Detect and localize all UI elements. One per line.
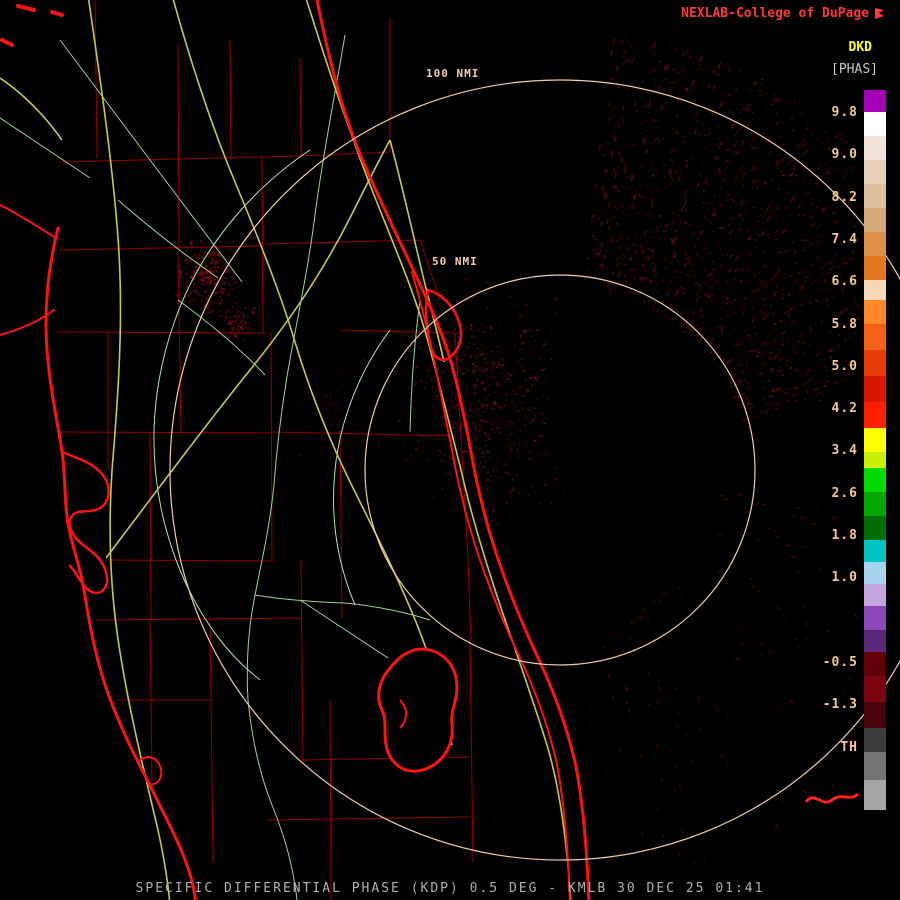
colorbar-segment bbox=[864, 652, 886, 676]
highway-nw bbox=[0, 78, 62, 140]
nexlab-logo-icon bbox=[873, 7, 886, 20]
colorbar-segment bbox=[864, 350, 886, 376]
units-label: [PHAS] bbox=[831, 62, 878, 77]
lakes bbox=[379, 649, 457, 771]
colorbar-segment bbox=[864, 280, 886, 300]
colorbar-segment bbox=[864, 232, 886, 256]
radar-display: NEXLAB-College of DuPage DKD [PHAS] 100 … bbox=[0, 0, 900, 900]
colorbar-segment bbox=[864, 402, 886, 428]
highways bbox=[0, 0, 571, 900]
colorbar-segment bbox=[864, 780, 886, 810]
colorbar bbox=[864, 90, 886, 810]
colorbar-segment bbox=[864, 702, 886, 728]
colorbar-segment bbox=[864, 562, 886, 584]
colorbar-segment bbox=[864, 584, 886, 606]
basin-boundaries bbox=[154, 150, 390, 680]
colorbar-segment bbox=[864, 256, 886, 280]
colorbar-segment bbox=[864, 184, 886, 208]
colorbar-segment bbox=[864, 452, 886, 468]
colorbar-segment bbox=[864, 324, 886, 350]
range-ring-100nmi-label: 100 NMI bbox=[424, 67, 481, 80]
coastline bbox=[0, 0, 589, 900]
range-ring-100nmi bbox=[170, 80, 900, 860]
highway-i75 bbox=[88, 0, 170, 900]
edge-marks bbox=[2, 6, 62, 45]
highway-i95 bbox=[305, 0, 571, 900]
header: NEXLAB-College of DuPage bbox=[681, 6, 886, 21]
coast-nw-lines bbox=[0, 205, 56, 335]
colorbar-segment bbox=[864, 630, 886, 652]
colorbar-segment bbox=[864, 428, 886, 452]
lake-kissimmee bbox=[379, 649, 457, 771]
colorbar-segment bbox=[864, 90, 886, 112]
colorbar-segment bbox=[864, 112, 886, 136]
colorbar-segment bbox=[864, 136, 886, 160]
coast-lagoon bbox=[412, 272, 570, 900]
colorbar-segment bbox=[864, 468, 886, 492]
base-map bbox=[0, 0, 900, 900]
highway-turnpike bbox=[172, 0, 452, 745]
colorbar-segment bbox=[864, 300, 886, 324]
range-ring-50nmi bbox=[365, 275, 755, 665]
colorbar-segment bbox=[864, 160, 886, 184]
colorbar-segment bbox=[864, 676, 886, 702]
colorbar-segment bbox=[864, 516, 886, 540]
colorbar-segment bbox=[864, 606, 886, 630]
tampa-bay bbox=[62, 452, 109, 593]
cape-canaveral bbox=[426, 290, 461, 360]
colorbar-segment bbox=[864, 728, 886, 752]
range-rings bbox=[170, 80, 900, 860]
colorbar-segment bbox=[864, 376, 886, 402]
colorbar-segment bbox=[864, 540, 886, 562]
source-title: NEXLAB-College of DuPage bbox=[681, 6, 869, 21]
colorbar-segment bbox=[864, 752, 886, 780]
status-bar: SPECIFIC DIFFERENTIAL PHASE (KDP) 0.5 DE… bbox=[0, 881, 900, 896]
colorbar-segment bbox=[864, 208, 886, 232]
signature-mark bbox=[806, 794, 858, 802]
range-ring-50nmi-label: 50 NMI bbox=[430, 255, 480, 268]
product-code: DKD bbox=[849, 40, 872, 55]
colorbar-segment bbox=[864, 492, 886, 516]
